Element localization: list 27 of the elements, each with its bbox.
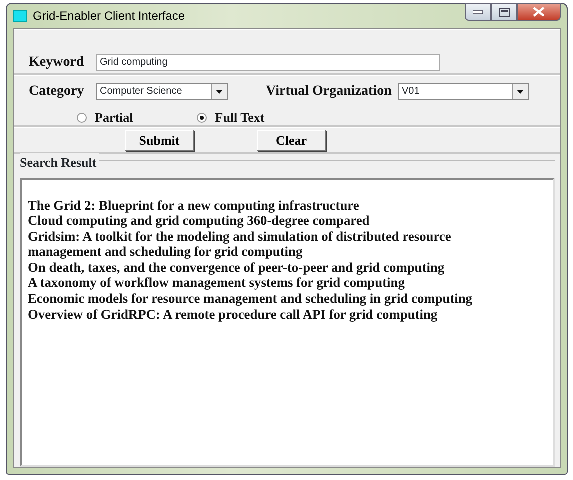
minimize-button[interactable] bbox=[465, 3, 491, 21]
result-title: A taxonomy of workflow management systems for grid computing bbox=[28, 275, 406, 292]
result-title: Gridsim: A toolkit for the modeling and simulation of distributed resource management and scheduling for grid computing bbox=[28, 228, 452, 260]
maximize-button[interactable] bbox=[491, 3, 517, 21]
keyword-label: Keyword bbox=[29, 54, 86, 72]
radio-button[interactable] bbox=[77, 112, 87, 123]
maximize-icon bbox=[498, 8, 510, 16]
minimize-icon bbox=[473, 10, 483, 14]
radio-label: Full Text bbox=[215, 109, 265, 127]
result-title: Economic models for resource management and scheduling in grid computing bbox=[28, 291, 474, 307]
virtual-organization-label: Virtual Organization bbox=[266, 83, 393, 101]
category-dropdown[interactable]: Computer Science bbox=[96, 83, 228, 100]
app-icon bbox=[13, 10, 27, 22]
category-label: Category bbox=[29, 83, 86, 101]
result-title: The Grid 2: Blueprint for a new computing infrastructure bbox=[28, 198, 360, 214]
virtual-organization-dropdown[interactable]: V01 bbox=[398, 83, 529, 100]
radio-button[interactable] bbox=[197, 112, 208, 123]
window-title: Grid-Enabler Client Interface bbox=[33, 8, 186, 25]
dialog-button[interactable]: Clear bbox=[257, 130, 326, 151]
dialog-button[interactable]: Submit bbox=[125, 130, 194, 151]
close-button[interactable] bbox=[517, 3, 561, 21]
close-icon bbox=[533, 7, 545, 17]
result-title: On death, taxes, and the convergence of peer-to-peer and grid computing bbox=[28, 260, 446, 276]
result-title: Overview of GridRPC: A remote procedure call API for grid computing bbox=[28, 306, 439, 322]
radio-label: Partial bbox=[95, 109, 134, 127]
keyword-field[interactable]: Grid computing bbox=[96, 54, 440, 71]
result-title: Cloud computing and grid computing 360-degree compared bbox=[28, 213, 371, 229]
